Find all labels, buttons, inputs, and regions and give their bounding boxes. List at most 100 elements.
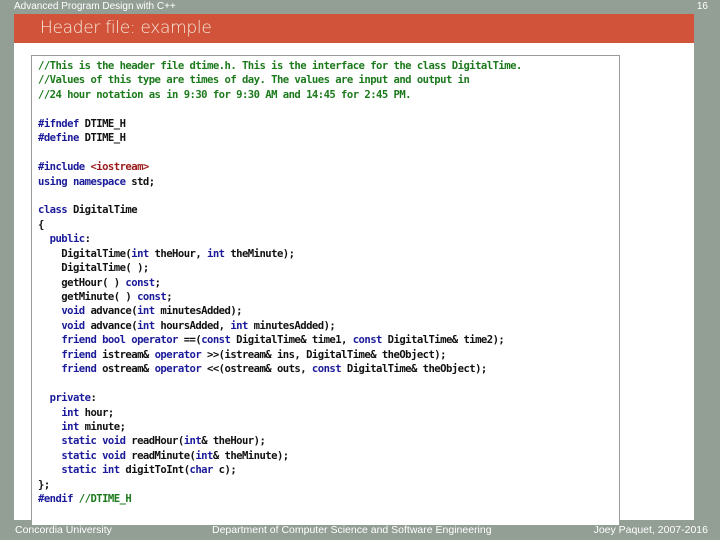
- code-line: public:: [38, 232, 522, 246]
- code-text: minute;: [78, 420, 126, 433]
- code-line: //This is the header file dtime.h. This …: [38, 59, 522, 73]
- code-line: };: [38, 478, 522, 492]
- footer: Concordia University Department of Compu…: [0, 520, 720, 540]
- code-keyword: int: [61, 406, 79, 419]
- code-text: <<(ostream& outs,: [201, 363, 312, 376]
- code-keyword: void: [102, 435, 126, 448]
- code-text: DigitalTime( );: [38, 262, 149, 275]
- code-text: & theMinute);: [212, 449, 289, 462]
- code-line: DigitalTime( );: [38, 261, 522, 275]
- code-keyword: int: [137, 305, 155, 318]
- code-keyword: const: [137, 291, 167, 303]
- code-text: DigitalTime(: [38, 247, 132, 260]
- code-text: {: [38, 218, 44, 231]
- code-line: static void readMinute(int& theMinute);: [38, 449, 522, 463]
- code-keyword: using: [38, 175, 68, 188]
- slide-number: 16: [696, 1, 708, 12]
- code-line: using namespace std;: [38, 175, 522, 189]
- code-keyword: operator: [154, 348, 202, 361]
- footer-author: Joey Paquet, 2007-2016: [593, 524, 708, 536]
- code-text: ==(: [177, 334, 202, 347]
- code-keyword: bool: [102, 334, 126, 347]
- code-text: theMinute);: [224, 247, 295, 260]
- code-keyword: operator: [154, 363, 202, 376]
- code-keyword: public: [49, 233, 86, 246]
- code-keyword: private: [49, 392, 91, 405]
- code-keyword: int: [61, 420, 79, 433]
- code-text: digitToInt(: [119, 464, 190, 477]
- code-keyword: int: [183, 435, 202, 448]
- code-line: getMinute( ) const;: [38, 290, 522, 304]
- code-keyword: int: [230, 319, 248, 332]
- code-box: //This is the header file dtime.h. This …: [31, 55, 620, 525]
- code-line: {: [38, 218, 522, 232]
- code-line: int hour;: [38, 406, 522, 420]
- code-line: #endif //DTIME_H: [38, 492, 522, 506]
- code-line: private:: [38, 391, 522, 405]
- code-text: minutesAdded);: [247, 319, 336, 332]
- code-line: friend bool operator ==(const DigitalTim…: [38, 333, 522, 347]
- code-text: theHour,: [148, 247, 208, 260]
- code-line: friend ostream& operator <<(ostream& out…: [38, 362, 522, 376]
- code-keyword: int: [207, 247, 225, 260]
- code-text: readMinute(: [125, 449, 196, 462]
- code-keyword: int: [131, 247, 149, 260]
- code-text: minutesAdded);: [154, 305, 242, 318]
- code-line: friend istream& operator >>(istream& ins…: [38, 348, 522, 362]
- code-text: readHour(: [125, 435, 184, 448]
- code-keyword: friend: [61, 348, 97, 361]
- code-text: DTIME_H: [78, 117, 126, 130]
- code-keyword: namespace: [72, 175, 126, 188]
- code-keyword: void: [61, 319, 85, 332]
- code-preprocessor: #include: [38, 161, 85, 174]
- code-text: advance(: [84, 305, 138, 318]
- code-keyword: char: [189, 464, 214, 477]
- course-title: Advanced Program Design with C++: [14, 1, 176, 12]
- code-text: };: [38, 478, 50, 491]
- code-keyword: static: [61, 449, 97, 462]
- code-keyword: class: [38, 204, 68, 217]
- code-text: ;: [166, 291, 173, 303]
- code-listing: //This is the header file dtime.h. This …: [38, 59, 522, 507]
- code-keyword: const: [311, 363, 342, 376]
- footer-university: Concordia University: [15, 524, 112, 536]
- code-keyword: int: [195, 449, 213, 462]
- code-keyword: int: [137, 319, 155, 332]
- code-keyword: int: [102, 464, 120, 477]
- code-text: ostream&: [96, 363, 155, 376]
- top-bar: Advanced Program Design with C++ 16: [0, 0, 720, 14]
- code-comment: //DTIME_H: [78, 493, 132, 506]
- code-keyword: const: [125, 276, 155, 289]
- code-text: DigitalTime& time2);: [381, 334, 505, 347]
- code-text: DigitalTime& theObject);: [341, 363, 487, 376]
- code-line: //24 hour notation as in 9:30 for 9:30 A…: [38, 88, 522, 102]
- code-keyword: const: [352, 334, 383, 347]
- code-line: void advance(int minutesAdded);: [38, 304, 522, 318]
- code-text: >>(istream& ins, DigitalTime& theObject)…: [201, 348, 447, 361]
- code-keyword: const: [201, 334, 231, 347]
- code-line: DigitalTime(int theHour, int theMinute);: [38, 247, 522, 261]
- code-text: c);: [212, 464, 237, 477]
- code-line: static int digitToInt(char c);: [38, 463, 522, 477]
- code-text: hour;: [78, 406, 115, 419]
- code-text: :: [84, 233, 91, 246]
- slide-title: Header file: example: [40, 18, 212, 38]
- code-keyword: friend: [61, 334, 97, 347]
- code-text: std;: [125, 175, 155, 188]
- code-line: #include <iostream>: [38, 160, 522, 174]
- footer-department: Department of Computer Science and Softw…: [212, 524, 492, 536]
- code-text: DigitalTime: [67, 204, 138, 217]
- code-text: advance(: [84, 319, 138, 332]
- code-line: static void readHour(int& theHour);: [38, 434, 522, 448]
